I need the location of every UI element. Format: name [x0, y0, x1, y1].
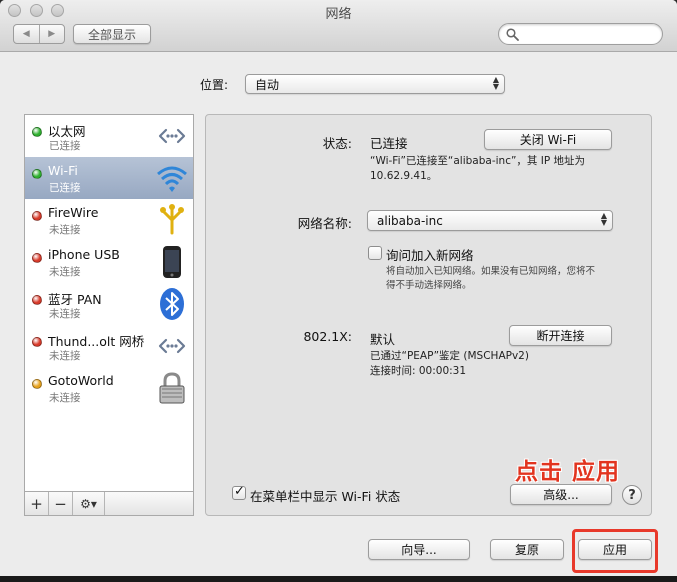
status-dot — [32, 211, 42, 221]
auth-description-line1: 已通过“PEAP”鉴定 (MSCHAPv2) — [370, 350, 529, 362]
ethernet-icon — [158, 128, 186, 144]
ask-to-join-description-line1: 将自动加入已知网络。如果没有已知网络，您将不 — [386, 266, 596, 277]
status-dot — [32, 127, 42, 137]
window-title: 网络 — [325, 7, 352, 22]
status-description-line1: “Wi-Fi”已连接至“alibaba-inc”，其 IP 地址为 — [370, 155, 586, 167]
status-dot — [32, 295, 42, 305]
service-status: 已连接 — [49, 140, 81, 152]
service-name: iPhone USB — [48, 247, 120, 262]
service-status: 未连接 — [49, 266, 81, 278]
location-label: 位置: — [200, 78, 229, 92]
wifi-icon — [157, 166, 187, 192]
service-item-iphone-usb[interactable]: iPhone USB 未连接 — [25, 241, 193, 283]
service-item-firewire[interactable]: FireWire 未连接 — [25, 199, 193, 241]
network-name-label: 网络名称: — [297, 216, 352, 231]
search-field[interactable] — [498, 23, 663, 45]
service-status: 未连接 — [49, 392, 81, 404]
ask-to-join-label: 询问加入新网络 — [386, 248, 474, 263]
status-dot — [32, 169, 42, 179]
ask-to-join-checkbox[interactable] — [368, 246, 382, 260]
back-forward-control: ◀ ▶ — [13, 24, 65, 44]
network-name-popup[interactable]: alibaba-inc ▲ ▼ — [367, 210, 613, 231]
annotation-highlight-box — [572, 529, 658, 573]
auth-description-line2: 连接时间: 00:00:31 — [370, 365, 467, 377]
show-wifi-in-menubar-checkbox[interactable] — [232, 484, 246, 500]
annotation-text: 点击 应用 — [515, 459, 621, 485]
service-name: FireWire — [48, 205, 99, 220]
service-name: GotoWorld — [48, 373, 114, 388]
service-list: 以太网 已连接 Wi-Fi 已连接 FireWire 未连接 iPhone US… — [24, 114, 194, 492]
service-item-gotoworld[interactable]: GotoWorld 未连接 — [25, 367, 193, 409]
firewire-icon — [160, 204, 184, 235]
iphone-icon — [163, 246, 181, 278]
popup-arrows-icon: ▲ ▼ — [492, 75, 499, 91]
auth-label: 802.1X: — [303, 329, 352, 344]
status-dot — [32, 379, 42, 389]
service-status: 未连接 — [49, 350, 81, 362]
search-icon — [506, 28, 519, 41]
status-value: 已连接 — [370, 136, 408, 151]
back-arrow-icon[interactable]: ◀ — [14, 25, 40, 43]
auth-value: 默认 — [370, 332, 396, 347]
show-all-button[interactable]: 全部显示 — [73, 24, 151, 44]
service-name: Wi-Fi — [48, 163, 78, 178]
status-label: 状态: — [322, 136, 352, 151]
revert-button[interactable]: 复原 — [490, 539, 564, 560]
add-service-button[interactable]: + — [25, 492, 49, 515]
network-name-value: alibaba-inc — [377, 213, 443, 228]
service-item-bluetooth-pan[interactable]: 蓝牙 PAN 未连接 — [25, 283, 193, 325]
location-popup[interactable]: 自动 ▲ ▼ — [245, 74, 505, 94]
status-description-line2: 10.62.9.41。 — [370, 170, 438, 182]
show-wifi-in-menubar-label: 在菜单栏中显示 Wi-Fi 状态 — [250, 489, 401, 504]
status-dot — [32, 253, 42, 263]
thunderbolt-bridge-icon — [158, 338, 186, 354]
remove-service-button[interactable]: − — [49, 492, 73, 515]
service-item-wifi[interactable]: Wi-Fi 已连接 — [25, 157, 193, 199]
action-menu-button[interactable]: ⚙▾ — [73, 492, 105, 515]
service-status: 已连接 — [49, 182, 81, 194]
ask-to-join-description-line2: 得不手动选择网络。 — [386, 280, 472, 291]
location-value: 自动 — [255, 77, 280, 92]
status-dot — [32, 337, 42, 347]
lock-icon — [159, 372, 185, 404]
service-status: 未连接 — [49, 224, 81, 236]
service-item-ethernet[interactable]: 以太网 已连接 — [25, 115, 193, 157]
turn-off-wifi-button[interactable]: 关闭 Wi-Fi — [484, 129, 612, 150]
advanced-button[interactable]: 高级... — [510, 484, 612, 505]
screen-edge — [0, 576, 677, 582]
title-bar: 网络 ◀ ▶ 全部显示 — [0, 0, 677, 52]
service-list-toolbar: + − ⚙▾ — [24, 492, 194, 516]
network-preferences-window: 网络 ◀ ▶ 全部显示 位置: 自动 ▲ ▼ 以太网 已连接 Wi-Fi 已连接… — [0, 0, 677, 582]
service-status: 未连接 — [49, 308, 81, 320]
bluetooth-icon — [160, 288, 184, 320]
disconnect-button[interactable]: 断开连接 — [509, 325, 612, 346]
assistant-button[interactable]: 向导... — [368, 539, 470, 560]
service-item-thunderbolt-bridge[interactable]: Thund...olt 网桥 未连接 — [25, 325, 193, 367]
help-button[interactable]: ? — [622, 485, 642, 505]
forward-arrow-icon[interactable]: ▶ — [40, 25, 65, 43]
popup-arrows-icon: ▲ ▼ — [600, 211, 607, 227]
